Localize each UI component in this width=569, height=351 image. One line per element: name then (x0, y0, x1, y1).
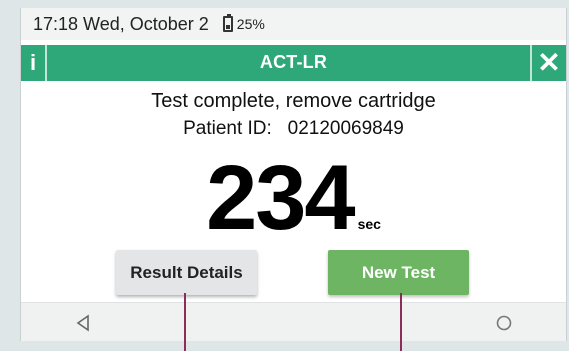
patient-id: Patient ID: 02120069849 (183, 118, 404, 139)
battery-indicator: 25% (222, 14, 265, 32)
screenshot-frame: 17:18 Wed, October 2 25% i ACT-LR ✕ Test… (0, 0, 569, 351)
device-screen: 17:18 Wed, October 2 25% i ACT-LR ✕ Test… (20, 8, 567, 341)
battery-percent: 25% (236, 16, 265, 32)
new-test-label: New Test (361, 262, 436, 282)
close-button[interactable]: ✕ (530, 45, 566, 81)
annotation-line-right (400, 293, 402, 351)
result-display: 234 sec (21, 144, 566, 244)
new-test-button[interactable]: New Test (328, 250, 469, 295)
annotation-line-left (184, 293, 186, 351)
home-icon[interactable] (494, 313, 514, 333)
status-message: Test complete, remove cartridge (151, 90, 436, 112)
status-bar: 17:18 Wed, October 2 25% (21, 8, 566, 40)
screen-title: ACT-LR (259, 52, 328, 72)
result-details-button[interactable]: Result Details (116, 250, 257, 295)
close-icon: ✕ (537, 47, 561, 78)
result-unit: sec (357, 216, 381, 232)
battery-icon (222, 14, 233, 32)
navigation-bar (21, 302, 566, 341)
status-time-date: 17:18 Wed, October 2 (33, 13, 209, 34)
title-bar: i ACT-LR ✕ (21, 45, 566, 81)
result-details-label: Result Details (130, 262, 243, 282)
back-icon[interactable] (73, 313, 93, 333)
result-value: 234 (206, 147, 355, 249)
